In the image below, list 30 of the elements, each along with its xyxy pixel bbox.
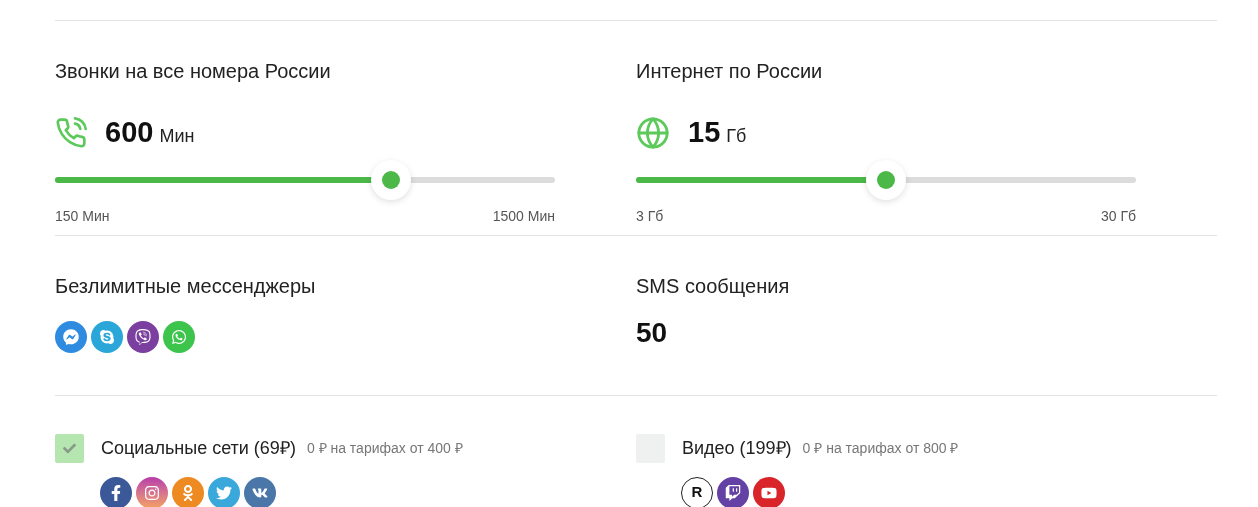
option-note: 0 ₽ на тарифах от 400 ₽: [306, 438, 463, 458]
viber-icon: [127, 320, 159, 353]
section-title: Интернет по России: [636, 59, 824, 84]
section-title: Звонки на все номера России: [55, 59, 332, 84]
value-unit: Мин: [159, 125, 195, 148]
min-label: 150 Мин: [55, 206, 110, 226]
skype-icon: [91, 320, 123, 353]
globe-icon: [636, 115, 670, 150]
value-number: 600: [105, 115, 154, 150]
value-unit: Гб: [726, 125, 747, 148]
slider[interactable]: [55, 159, 555, 200]
slider-thumb[interactable]: [866, 159, 906, 200]
slider[interactable]: [636, 159, 1136, 200]
option-label: Видео (199₽): [682, 436, 792, 460]
section-title: SMS сообщения: [636, 273, 791, 299]
checkbox[interactable]: [55, 433, 84, 463]
max-label: 30 Гб: [1100, 206, 1136, 226]
option-note: 0 ₽ на тарифах от 800 ₽: [802, 438, 959, 458]
min-label: 3 Гб: [636, 206, 664, 226]
messenger-icon: [55, 320, 87, 353]
section-title: Безлимитные мессенджеры: [55, 273, 317, 299]
value-number: 15: [688, 115, 721, 150]
phone-icon: [55, 116, 87, 149]
check-icon: [63, 441, 76, 455]
sms-count: 50: [636, 315, 669, 350]
whatsapp-icon: [163, 320, 195, 353]
slider-thumb[interactable]: [371, 159, 411, 200]
option-label: Социальные сети (69₽): [101, 436, 296, 460]
max-label: 1500 Мин: [492, 206, 555, 226]
rutube-icon: R: [681, 476, 713, 507]
